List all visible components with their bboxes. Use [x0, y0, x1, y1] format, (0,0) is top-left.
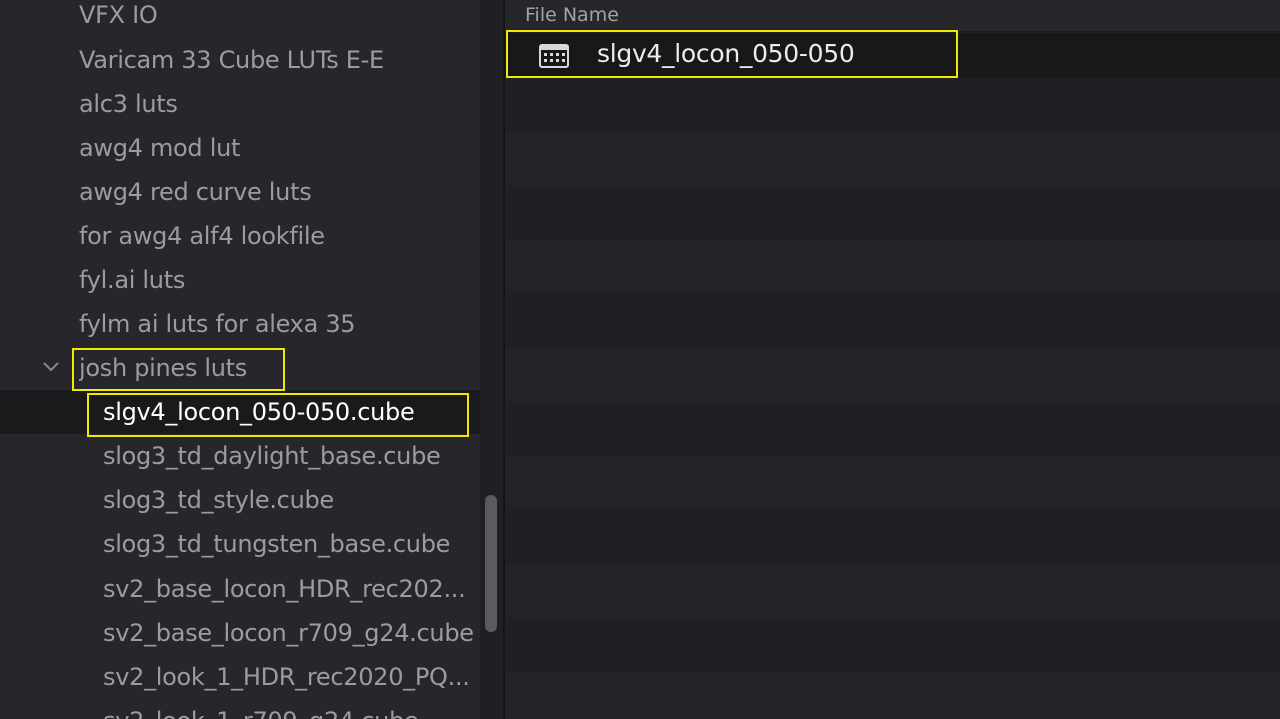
tree-item-lut-file[interactable]: slog3_td_daylight_base.cube — [0, 434, 480, 478]
tree-item-folder[interactable]: fyl.ai luts — [0, 258, 480, 302]
empty-row — [505, 186, 1280, 240]
tree-item-label: awg4 mod lut — [79, 134, 241, 162]
tree-item-label: sv2_look_1_r709_g24.cube — [103, 707, 418, 719]
tree-item-folder[interactable]: for awg4 alf4 lookfile — [0, 214, 480, 258]
tree-item-lut-file[interactable]: sv2_look_1_r709_g24.cube — [0, 699, 480, 719]
lut-folder-tree: VFX IO Varicam 33 Cube LUTs E-E alc3 lut… — [0, 0, 480, 719]
tree-item-label: VFX IO — [79, 1, 158, 29]
tree-item-label: josh pines luts — [79, 354, 248, 382]
empty-row — [505, 456, 1280, 510]
tree-item-label: fylm ai luts for alexa 35 — [79, 310, 356, 338]
tree-item-label: awg4 red curve luts — [79, 178, 312, 206]
file-name-label: slgv4_locon_050-050 — [597, 39, 855, 68]
tree-item-lut-file[interactable]: sv2_base_locon_r709_g24.cube — [0, 611, 480, 655]
tree-item-label: sv2_look_1_HDR_rec2020_PQ... — [103, 663, 470, 691]
empty-row — [505, 78, 1280, 132]
tree-scrollbar-thumb[interactable] — [485, 495, 497, 632]
chevron-down-icon[interactable] — [40, 356, 62, 378]
lut-browser: VFX IO Varicam 33 Cube LUTs E-E alc3 lut… — [0, 0, 1280, 719]
tree-item-folder[interactable]: alc3 luts — [0, 82, 480, 126]
tree-item-folder[interactable]: awg4 red curve luts — [0, 170, 480, 214]
file-row[interactable]: slgv4_locon_050-050 — [505, 33, 1280, 78]
empty-row — [505, 510, 1280, 564]
tree-item-label: alc3 luts — [79, 90, 178, 118]
tree-item-label: sv2_base_locon_HDR_rec202... — [103, 575, 466, 603]
tree-item-folder[interactable]: VFX IO — [0, 0, 480, 37]
tree-item-lut-file[interactable]: sv2_look_1_HDR_rec2020_PQ... — [0, 655, 480, 699]
tree-item-label: slog3_td_style.cube — [103, 486, 334, 514]
empty-row — [505, 348, 1280, 402]
tree-item-label: for awg4 alf4 lookfile — [79, 222, 325, 250]
tree-item-lut-file[interactable]: slog3_td_tungsten_base.cube — [0, 522, 480, 566]
tree-item-folder[interactable]: awg4 mod lut — [0, 126, 480, 170]
tree-item-folder[interactable]: fylm ai luts for alexa 35 — [0, 302, 480, 346]
tree-item-folder-expanded[interactable]: josh pines luts — [0, 346, 480, 390]
tree-item-lut-file[interactable]: slog3_td_style.cube — [0, 478, 480, 522]
tree-item-label: Varicam 33 Cube LUTs E-E — [79, 46, 384, 74]
empty-row — [505, 564, 1280, 618]
empty-row — [505, 132, 1280, 186]
empty-row — [505, 618, 1280, 672]
tree-item-label: slog3_td_daylight_base.cube — [103, 442, 441, 470]
file-list-panel: File Name slgv4_locon_050-050 — [505, 0, 1280, 719]
tree-item-lut-file-selected[interactable]: slgv4_locon_050-050.cube — [0, 390, 480, 434]
tree-item-label: slog3_td_tungsten_base.cube — [103, 530, 451, 558]
empty-row — [505, 240, 1280, 294]
empty-row — [505, 294, 1280, 348]
empty-row — [505, 672, 1280, 719]
tree-item-label: sv2_base_locon_r709_g24.cube — [103, 619, 474, 647]
lut-grid-icon — [539, 44, 569, 68]
tree-item-lut-file[interactable]: sv2_base_locon_HDR_rec202... — [0, 567, 480, 611]
column-header-file-name[interactable]: File Name — [505, 0, 1280, 32]
tree-item-label: fyl.ai luts — [79, 266, 186, 294]
tree-item-folder[interactable]: Varicam 33 Cube LUTs E-E — [0, 38, 480, 82]
tree-item-label: slgv4_locon_050-050.cube — [103, 398, 415, 426]
empty-row — [505, 402, 1280, 456]
